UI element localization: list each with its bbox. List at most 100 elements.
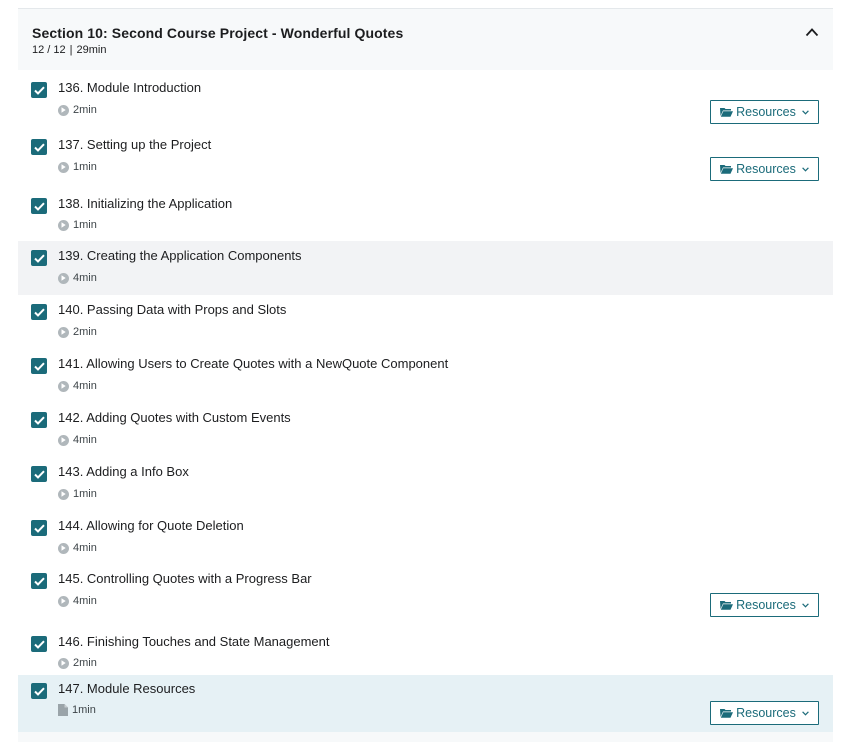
lecture-item[interactable]: 144. Allowing for Quote Deletion 4min	[18, 511, 833, 564]
section-duration: 29min	[76, 44, 107, 56]
play-icon	[58, 272, 69, 284]
lecture-meta: 2min	[58, 657, 97, 669]
lecture-meta: 2min	[58, 326, 97, 338]
lecture-duration: 1min	[73, 219, 97, 231]
lecture-title: 140. Passing Data with Props and Slots	[58, 302, 287, 317]
chevron-up-icon[interactable]	[805, 27, 819, 37]
play-icon	[58, 595, 69, 607]
resources-button[interactable]: Resources	[710, 100, 819, 124]
lecture-duration: 4min	[73, 434, 97, 446]
folder-open-icon	[720, 108, 734, 117]
file-icon	[58, 704, 68, 716]
checkmark-icon	[33, 254, 45, 263]
play-icon	[58, 219, 69, 231]
checkmark-icon	[33, 143, 45, 152]
play-icon	[58, 104, 69, 116]
resources-button[interactable]: Resources	[710, 701, 819, 725]
resources-button[interactable]: Resources	[710, 593, 819, 617]
lecture-item[interactable]: 140. Passing Data with Props and Slots 2m…	[18, 295, 833, 349]
lecture-title: 143. Adding a Info Box	[58, 464, 189, 479]
lecture-meta: 4min	[58, 272, 97, 284]
lecture-duration: 2min	[73, 657, 97, 669]
lecture-title: 136. Module Introduction	[58, 80, 202, 95]
lecture-item[interactable]: 136. Module Introduction 2min Resources	[18, 71, 833, 127]
checkmark-icon	[33, 524, 45, 533]
lecture-checkbox[interactable]	[31, 412, 47, 428]
lecture-title: 139. Creating the Application Components	[58, 248, 302, 263]
lecture-title: 146. Finishing Touches and State Managem…	[58, 634, 330, 649]
chevron-down-icon	[802, 602, 809, 608]
resources-label: Resources	[736, 105, 796, 119]
checkmark-icon	[33, 470, 45, 479]
resources-button[interactable]: Resources	[710, 157, 819, 181]
section-title: Section 10: Second Course Project - Wond…	[32, 25, 404, 41]
play-icon	[58, 542, 69, 554]
lecture-item[interactable]: 143. Adding a Info Box 1min	[18, 457, 833, 511]
play-icon	[58, 488, 69, 500]
section-header[interactable]: Section 10: Second Course Project - Wond…	[18, 9, 833, 71]
section-progress: 12 / 12	[32, 44, 66, 56]
play-icon	[58, 380, 69, 392]
lecture-item[interactable]: 142. Adding Quotes with Custom Events 4mi…	[18, 403, 833, 457]
lecture-duration: 2min	[73, 326, 97, 338]
lecture-duration: 1min	[73, 161, 97, 173]
play-icon	[58, 657, 69, 669]
lecture-title: 145. Controlling Quotes with a Progress …	[58, 571, 312, 586]
chevron-down-icon	[802, 710, 809, 716]
lecture-checkbox[interactable]	[31, 304, 47, 320]
lecture-item[interactable]: 147. Module Resources 1min Resources	[18, 675, 833, 732]
checkmark-icon	[33, 308, 45, 317]
lecture-checkbox[interactable]	[31, 466, 47, 482]
lecture-title: 141. Allowing Users to Create Quotes wit…	[58, 356, 449, 371]
play-icon	[58, 326, 69, 338]
lecture-checkbox[interactable]	[31, 636, 47, 652]
lecture-meta: 1min	[58, 488, 97, 500]
checkmark-icon	[33, 640, 45, 649]
play-icon	[58, 161, 69, 173]
lecture-title: 142. Adding Quotes with Custom Events	[58, 410, 291, 425]
resources-label: Resources	[736, 706, 796, 720]
lecture-item[interactable]: 145. Controlling Quotes with a Progress …	[18, 564, 833, 622]
resources-label: Resources	[736, 598, 796, 612]
lecture-checkbox[interactable]	[31, 358, 47, 374]
lecture-item[interactable]: 137. Setting up the Project 1min Resources	[18, 127, 833, 185]
lecture-item[interactable]: 139. Creating the Application Components…	[18, 241, 833, 295]
checkmark-icon	[33, 687, 45, 696]
lecture-item[interactable]: 138. Initializing the Application 1min	[18, 185, 833, 241]
lecture-title: 137. Setting up the Project	[58, 137, 212, 152]
lecture-checkbox[interactable]	[31, 683, 47, 699]
lecture-checkbox[interactable]	[31, 520, 47, 536]
lecture-duration: 1min	[73, 488, 97, 500]
lecture-duration: 4min	[73, 595, 97, 607]
lecture-meta: 4min	[58, 380, 97, 392]
checkmark-icon	[33, 202, 45, 211]
checkmark-icon	[33, 362, 45, 371]
folder-open-icon	[720, 601, 734, 610]
lecture-checkbox[interactable]	[31, 139, 47, 155]
lecture-duration: 4min	[73, 542, 97, 554]
lecture-meta: 1min	[58, 219, 97, 231]
lecture-meta: 1min	[58, 704, 96, 716]
lecture-meta: 4min	[58, 595, 97, 607]
lecture-meta: 4min	[58, 542, 97, 554]
chevron-down-icon	[802, 166, 809, 172]
chevron-down-icon	[802, 109, 809, 115]
folder-open-icon	[720, 165, 734, 174]
lecture-checkbox[interactable]	[31, 198, 47, 214]
lecture-title: 138. Initializing the Application	[58, 196, 233, 211]
play-icon	[58, 434, 69, 446]
curriculum-panel: Section 10: Second Course Project - Wond…	[18, 8, 833, 742]
lecture-checkbox[interactable]	[31, 573, 47, 589]
folder-open-icon	[720, 709, 734, 718]
lecture-meta: 2min	[58, 104, 97, 116]
lecture-item[interactable]: 146. Finishing Touches and State Managem…	[18, 622, 833, 675]
section-separator: |	[69, 44, 73, 56]
lecture-checkbox[interactable]	[31, 82, 47, 98]
lecture-duration: 4min	[73, 272, 97, 284]
lecture-meta: 4min	[58, 434, 97, 446]
lecture-checkbox[interactable]	[31, 250, 47, 266]
lecture-duration: 1min	[72, 704, 96, 716]
resources-label: Resources	[736, 162, 796, 176]
checkmark-icon	[33, 577, 45, 586]
lecture-item[interactable]: 141. Allowing Users to Create Quotes wit…	[18, 349, 833, 403]
